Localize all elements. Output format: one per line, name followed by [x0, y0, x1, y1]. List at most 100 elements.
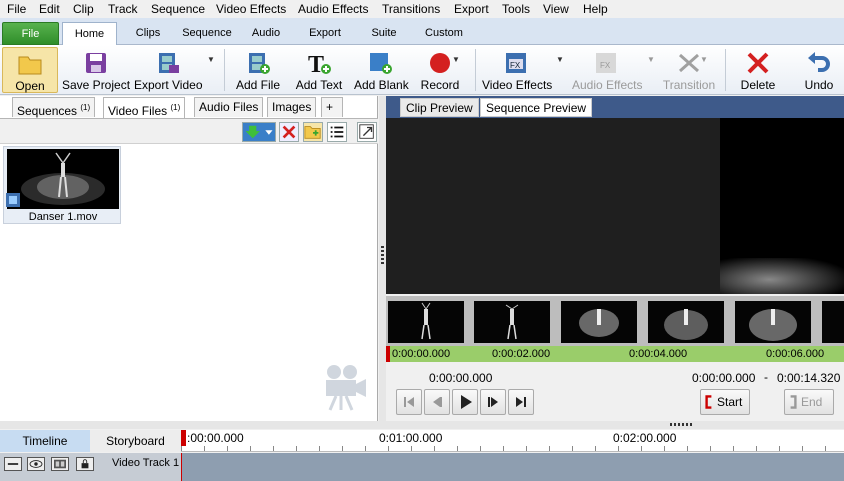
preview-panel: Clip Preview Sequence Preview 0:00:00.00… — [386, 96, 844, 421]
timeline-splitter[interactable] — [0, 421, 844, 429]
ruler-label: 0:00:02.000 — [492, 348, 551, 360]
bin-tab-add[interactable]: + — [321, 97, 343, 117]
skip-start-icon — [404, 397, 414, 407]
bin-tab-images[interactable]: Images — [267, 97, 317, 117]
audio-effects-dropdown-icon[interactable]: ▼ — [647, 55, 655, 64]
delete-x-icon — [747, 52, 769, 74]
track-effects-button[interactable] — [51, 457, 69, 471]
add-text-button[interactable]: T Add Text — [294, 47, 344, 93]
play-button[interactable] — [452, 389, 478, 415]
panel-splitter[interactable] — [379, 96, 386, 421]
add-file-button[interactable]: Add File — [234, 47, 282, 93]
tab-clips[interactable]: Clips — [128, 22, 168, 45]
range-start-time: 0:00:00.000 — [692, 371, 756, 385]
transition-dropdown-icon[interactable]: ▼ — [700, 55, 708, 64]
menu-transitions[interactable]: Transitions — [382, 2, 440, 16]
film-frame — [561, 301, 637, 343]
dancer-image — [21, 152, 105, 205]
undo-button[interactable]: Undo — [800, 47, 838, 93]
add-blank-button[interactable]: Add Blank — [354, 47, 409, 93]
record-dropdown-icon[interactable]: ▼ — [452, 55, 460, 64]
menu-clip[interactable]: Clip — [73, 2, 94, 16]
tab-custom[interactable]: Custom — [420, 22, 468, 45]
go-to-end-button[interactable] — [508, 389, 534, 415]
menu-export[interactable]: Export — [454, 2, 489, 16]
clip-thumbnail[interactable]: Danser 1.mov — [3, 146, 121, 224]
tab-timeline[interactable]: Timeline — [0, 430, 90, 452]
transition-button[interactable]: Transition — [662, 47, 716, 93]
list-view-button[interactable] — [327, 122, 347, 142]
tab-export[interactable]: Export — [302, 22, 348, 45]
ruler-label: 0:00:06.000 — [766, 348, 825, 360]
bin-tab-label: + — [326, 100, 334, 114]
ribbon-tab-bar: File Home Clips Sequence Audio Export Su… — [0, 18, 844, 46]
tab-storyboard[interactable]: Storyboard — [90, 430, 181, 452]
step-back-button[interactable] — [424, 389, 450, 415]
menu-edit[interactable]: Edit — [39, 2, 60, 16]
resize-icon — [359, 124, 374, 139]
transition-label: Transition — [662, 78, 716, 92]
video-track-1: Video Track 1 — [0, 453, 844, 481]
resize-view-button[interactable] — [357, 122, 377, 142]
bin-tab-count: (1) — [80, 103, 91, 112]
timeline-ruler-label: :00:00.000 — [187, 431, 244, 445]
import-dropdown-button[interactable] — [242, 122, 276, 142]
download-arrow-icon — [245, 125, 273, 139]
set-end-button[interactable]: End — [784, 389, 834, 415]
menu-audio-effects[interactable]: Audio Effects — [298, 2, 369, 16]
record-button[interactable]: Record — [416, 47, 464, 93]
tab-audio[interactable]: Audio — [245, 22, 287, 45]
film-badge-icon — [6, 193, 20, 207]
add-text-label: Add Text — [295, 78, 343, 92]
film-frame — [735, 301, 811, 343]
export-video-dropdown-icon[interactable]: ▼ — [207, 55, 215, 64]
media-bin-panel: Sequences (1) Video Files (1) Audio File… — [0, 96, 378, 421]
save-project-button[interactable]: Save Project — [62, 47, 130, 93]
track-lock-button[interactable] — [76, 457, 94, 471]
set-start-label: Start — [717, 395, 743, 409]
track-visibility-button[interactable] — [27, 457, 45, 471]
menu-view[interactable]: View — [543, 2, 569, 16]
video-effects-label: Video Effects — [482, 78, 553, 92]
record-icon — [430, 53, 450, 73]
menu-track[interactable]: Track — [108, 2, 138, 16]
bin-tab-sequences[interactable]: Sequences (1) — [12, 97, 96, 118]
delete-button[interactable]: Delete — [738, 47, 778, 93]
toolbar-separator — [475, 49, 476, 91]
go-to-start-button[interactable] — [396, 389, 422, 415]
timeline-playhead[interactable] — [181, 430, 186, 446]
video-effects-dropdown-icon[interactable]: ▼ — [556, 55, 564, 64]
timeline-ruler[interactable]: :00:00.000 0:01:00.000 0:02:00.000 — [181, 430, 844, 452]
video-effects-button[interactable]: FX Video Effects — [482, 47, 553, 93]
tab-clip-preview[interactable]: Clip Preview — [400, 98, 479, 117]
bin-tab-audio-files[interactable]: Audio Files — [194, 97, 264, 117]
menu-help[interactable]: Help — [583, 2, 608, 16]
tab-sequence-preview[interactable]: Sequence Preview — [480, 98, 593, 117]
preview-playhead[interactable] — [386, 346, 390, 362]
tab-suite[interactable]: Suite — [365, 22, 403, 45]
preview-ruler[interactable]: 0:00:00.000 0:00:02.000 0:00:04.000 0:00… — [386, 346, 844, 362]
remove-clip-button[interactable] — [279, 122, 299, 142]
menu-file[interactable]: File — [7, 2, 26, 16]
audio-effects-label: Audio Effects — [572, 78, 643, 92]
tab-file[interactable]: File — [2, 22, 59, 45]
open-button[interactable]: Open — [2, 47, 58, 93]
timeline-tab-bar: Timeline Storyboard — [0, 430, 181, 452]
audio-effects-button[interactable]: FX Audio Effects — [572, 47, 643, 93]
set-start-button[interactable]: Start — [700, 389, 750, 415]
transition-icon — [679, 53, 699, 73]
new-folder-button[interactable] — [303, 122, 323, 142]
bin-tab-video-files[interactable]: Video Files (1) — [103, 97, 186, 118]
menu-tools[interactable]: Tools — [502, 2, 530, 16]
export-video-button[interactable]: Export Video — [134, 47, 203, 93]
save-project-label: Save Project — [62, 78, 131, 92]
tab-home[interactable]: Home — [62, 22, 117, 46]
step-forward-button[interactable] — [480, 389, 506, 415]
save-icon — [86, 53, 106, 73]
add-folder-icon — [304, 126, 321, 139]
collapse-track-button[interactable] — [4, 457, 22, 471]
tab-sequence[interactable]: Sequence — [178, 22, 236, 45]
ruler-label: 0:00:00.000 — [392, 348, 451, 360]
menu-sequence[interactable]: Sequence — [151, 2, 205, 16]
menu-video-effects[interactable]: Video Effects — [216, 2, 286, 16]
